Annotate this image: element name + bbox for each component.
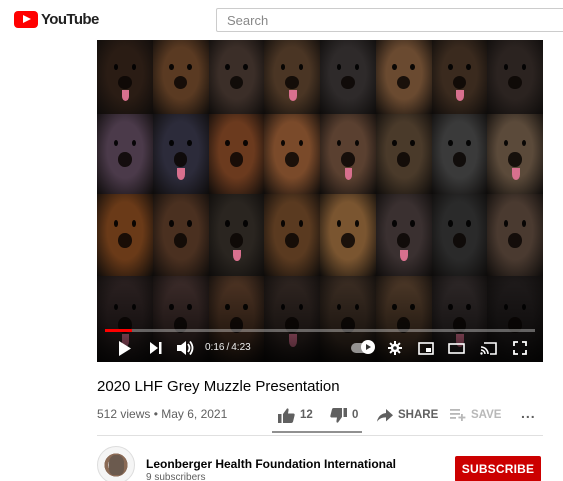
progress-played — [105, 329, 133, 332]
cast-icon — [479, 341, 497, 355]
next-button[interactable] — [147, 338, 165, 358]
player-controls: 0:16/4:23 — [97, 335, 543, 361]
masthead: YouTube — [0, 0, 563, 40]
dog-logo-icon — [109, 455, 124, 475]
video-frame-tile — [97, 40, 153, 114]
video-frame-tile — [97, 114, 153, 194]
video-frame-tile — [264, 40, 320, 114]
video-frame-tile — [320, 40, 376, 114]
gear-icon — [388, 341, 402, 355]
play-button[interactable] — [115, 338, 135, 358]
settings-button[interactable] — [385, 338, 405, 358]
thumbs-up-icon — [278, 407, 295, 423]
like-count: 12 — [300, 409, 313, 421]
miniplayer-button[interactable] — [415, 338, 437, 358]
channel-name[interactable]: Leonberger Health Foundation Internation… — [146, 457, 396, 471]
time-display: 0:16/4:23 — [205, 342, 251, 353]
youtube-logo[interactable]: YouTube — [14, 11, 99, 28]
fullscreen-icon — [513, 341, 527, 355]
video-frame-tile — [208, 40, 265, 114]
video-frame-tile — [375, 40, 432, 114]
video-frame-tile — [487, 194, 543, 276]
video-frame-tile — [431, 114, 488, 194]
video-player[interactable]: 0:16/4:23 — [97, 40, 543, 362]
video-frame-tile — [320, 114, 376, 194]
logo-text: YouTube — [41, 11, 99, 28]
dislike-count: 0 — [352, 409, 359, 421]
video-title: 2020 LHF Grey Muzzle Presentation — [97, 378, 340, 395]
video-frame-tile — [487, 114, 543, 194]
miniplayer-icon — [418, 341, 434, 355]
video-frame-tile — [264, 114, 320, 194]
share-arrow-icon — [377, 408, 393, 422]
video-frame-tile — [431, 40, 488, 114]
save-button[interactable]: SAVE — [450, 404, 501, 426]
video-frame-tile — [152, 114, 209, 194]
video-frame-tile — [152, 194, 209, 276]
playlist-add-icon — [450, 409, 466, 421]
like-button[interactable]: 12 — [278, 404, 313, 426]
search-box[interactable] — [216, 8, 563, 32]
subscribe-button[interactable]: SUBSCRIBE — [455, 456, 541, 481]
video-frame-tile — [97, 194, 153, 276]
time-current: 0:16 — [205, 342, 225, 353]
theater-button[interactable] — [445, 338, 467, 358]
autoplay-play-icon — [361, 340, 375, 354]
fullscreen-button[interactable] — [509, 338, 531, 358]
share-button[interactable]: SHARE — [377, 404, 438, 426]
subscriber-count: 9 subscribers — [146, 472, 206, 481]
video-frame-tile — [208, 194, 265, 276]
save-label: SAVE — [471, 409, 502, 421]
video-views-date: 512 views • May 6, 2021 — [97, 407, 228, 421]
video-frame-tile — [320, 194, 376, 276]
share-label: SHARE — [398, 409, 439, 421]
video-frame-tile — [375, 194, 432, 276]
next-icon — [150, 342, 162, 354]
more-horizontal-icon: ... — [521, 405, 536, 421]
volume-icon — [177, 341, 194, 355]
youtube-play-icon — [14, 11, 38, 28]
time-total: 4:23 — [231, 342, 251, 353]
volume-button[interactable] — [175, 338, 197, 358]
divider — [97, 435, 543, 436]
video-frame — [97, 40, 543, 362]
video-frame-tile — [264, 194, 320, 276]
dislike-button[interactable]: 0 — [330, 404, 358, 426]
video-frame-tile — [152, 40, 209, 114]
autoplay-toggle[interactable] — [349, 338, 375, 358]
more-actions-button[interactable]: ... — [521, 402, 536, 424]
theater-mode-icon — [447, 342, 465, 354]
video-frame-tile — [487, 40, 543, 114]
video-frame-tile — [375, 114, 432, 194]
search-input[interactable] — [217, 9, 563, 31]
thumbs-down-icon — [330, 407, 347, 423]
like-ratio-bar — [272, 431, 362, 433]
play-icon — [119, 340, 131, 356]
channel-avatar[interactable] — [97, 446, 135, 481]
video-frame-tile — [431, 194, 488, 276]
cast-button[interactable] — [477, 338, 499, 358]
progress-bar[interactable] — [105, 329, 535, 332]
time-separator: / — [226, 342, 230, 353]
autoplay-track — [351, 340, 375, 354]
video-frame-tile — [208, 114, 265, 194]
